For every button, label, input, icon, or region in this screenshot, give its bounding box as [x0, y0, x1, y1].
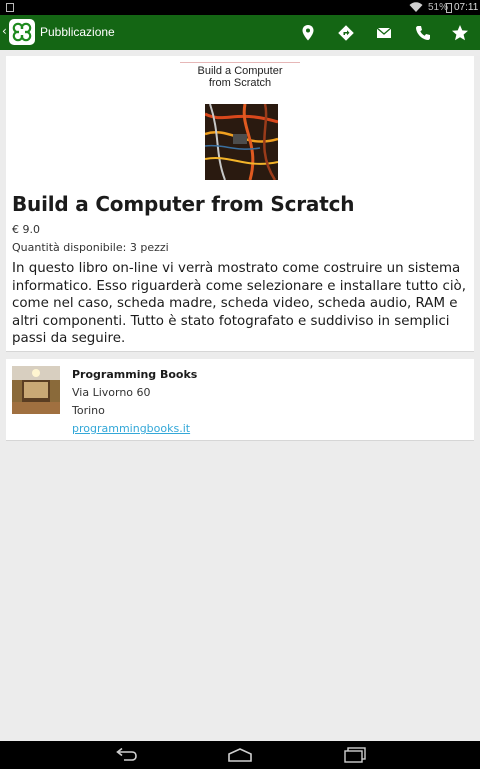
cover-artwork [205, 104, 278, 180]
store-city: Torino [72, 404, 105, 417]
phone-icon[interactable] [414, 24, 432, 42]
directions-icon[interactable] [337, 24, 355, 42]
battery-icon [446, 3, 452, 13]
notification-icon [6, 3, 14, 12]
star-icon[interactable] [451, 24, 469, 42]
action-bar: ‹ Pubblicazione [0, 15, 480, 50]
publication-quantity: Quantità disponibile: 3 pezzi [12, 241, 169, 254]
publication-description: In questo libro on-line vi verrà mostrat… [12, 261, 467, 346]
store-address: Via Livorno 60 [72, 386, 151, 399]
recent-apps-icon[interactable] [343, 747, 367, 767]
store-card[interactable]: Programming Books Via Livorno 60 Torino … [6, 359, 474, 441]
back-icon[interactable] [114, 747, 138, 767]
clock: 07:11 [454, 2, 479, 13]
app-logo-icon[interactable] [9, 19, 35, 45]
book-cover-image[interactable]: Build a Computer from Scratch [180, 62, 300, 184]
store-name: Programming Books [72, 368, 198, 381]
cover-title: Build a Computer from Scratch [197, 65, 283, 89]
page-title: Pubblicazione [40, 25, 115, 39]
publication-price: € 9.0 [12, 223, 40, 236]
store-website-link[interactable]: programmingbooks.it [72, 422, 190, 435]
status-bar: 51% 07:11 [0, 0, 480, 15]
store-photo[interactable] [12, 366, 60, 414]
map-pin-icon[interactable] [299, 24, 317, 42]
back-chevron-icon[interactable]: ‹ [2, 24, 7, 38]
battery-percent: 51% [428, 2, 449, 13]
publication-title: Build a Computer from Scratch [12, 192, 355, 216]
mail-icon[interactable] [375, 24, 393, 42]
cover-rule [180, 62, 300, 63]
home-icon[interactable] [227, 747, 253, 767]
publication-card: Build a Computer from Scratch Build a Co… [6, 56, 474, 352]
wifi-icon [409, 2, 423, 16]
system-nav-bar [0, 741, 480, 769]
